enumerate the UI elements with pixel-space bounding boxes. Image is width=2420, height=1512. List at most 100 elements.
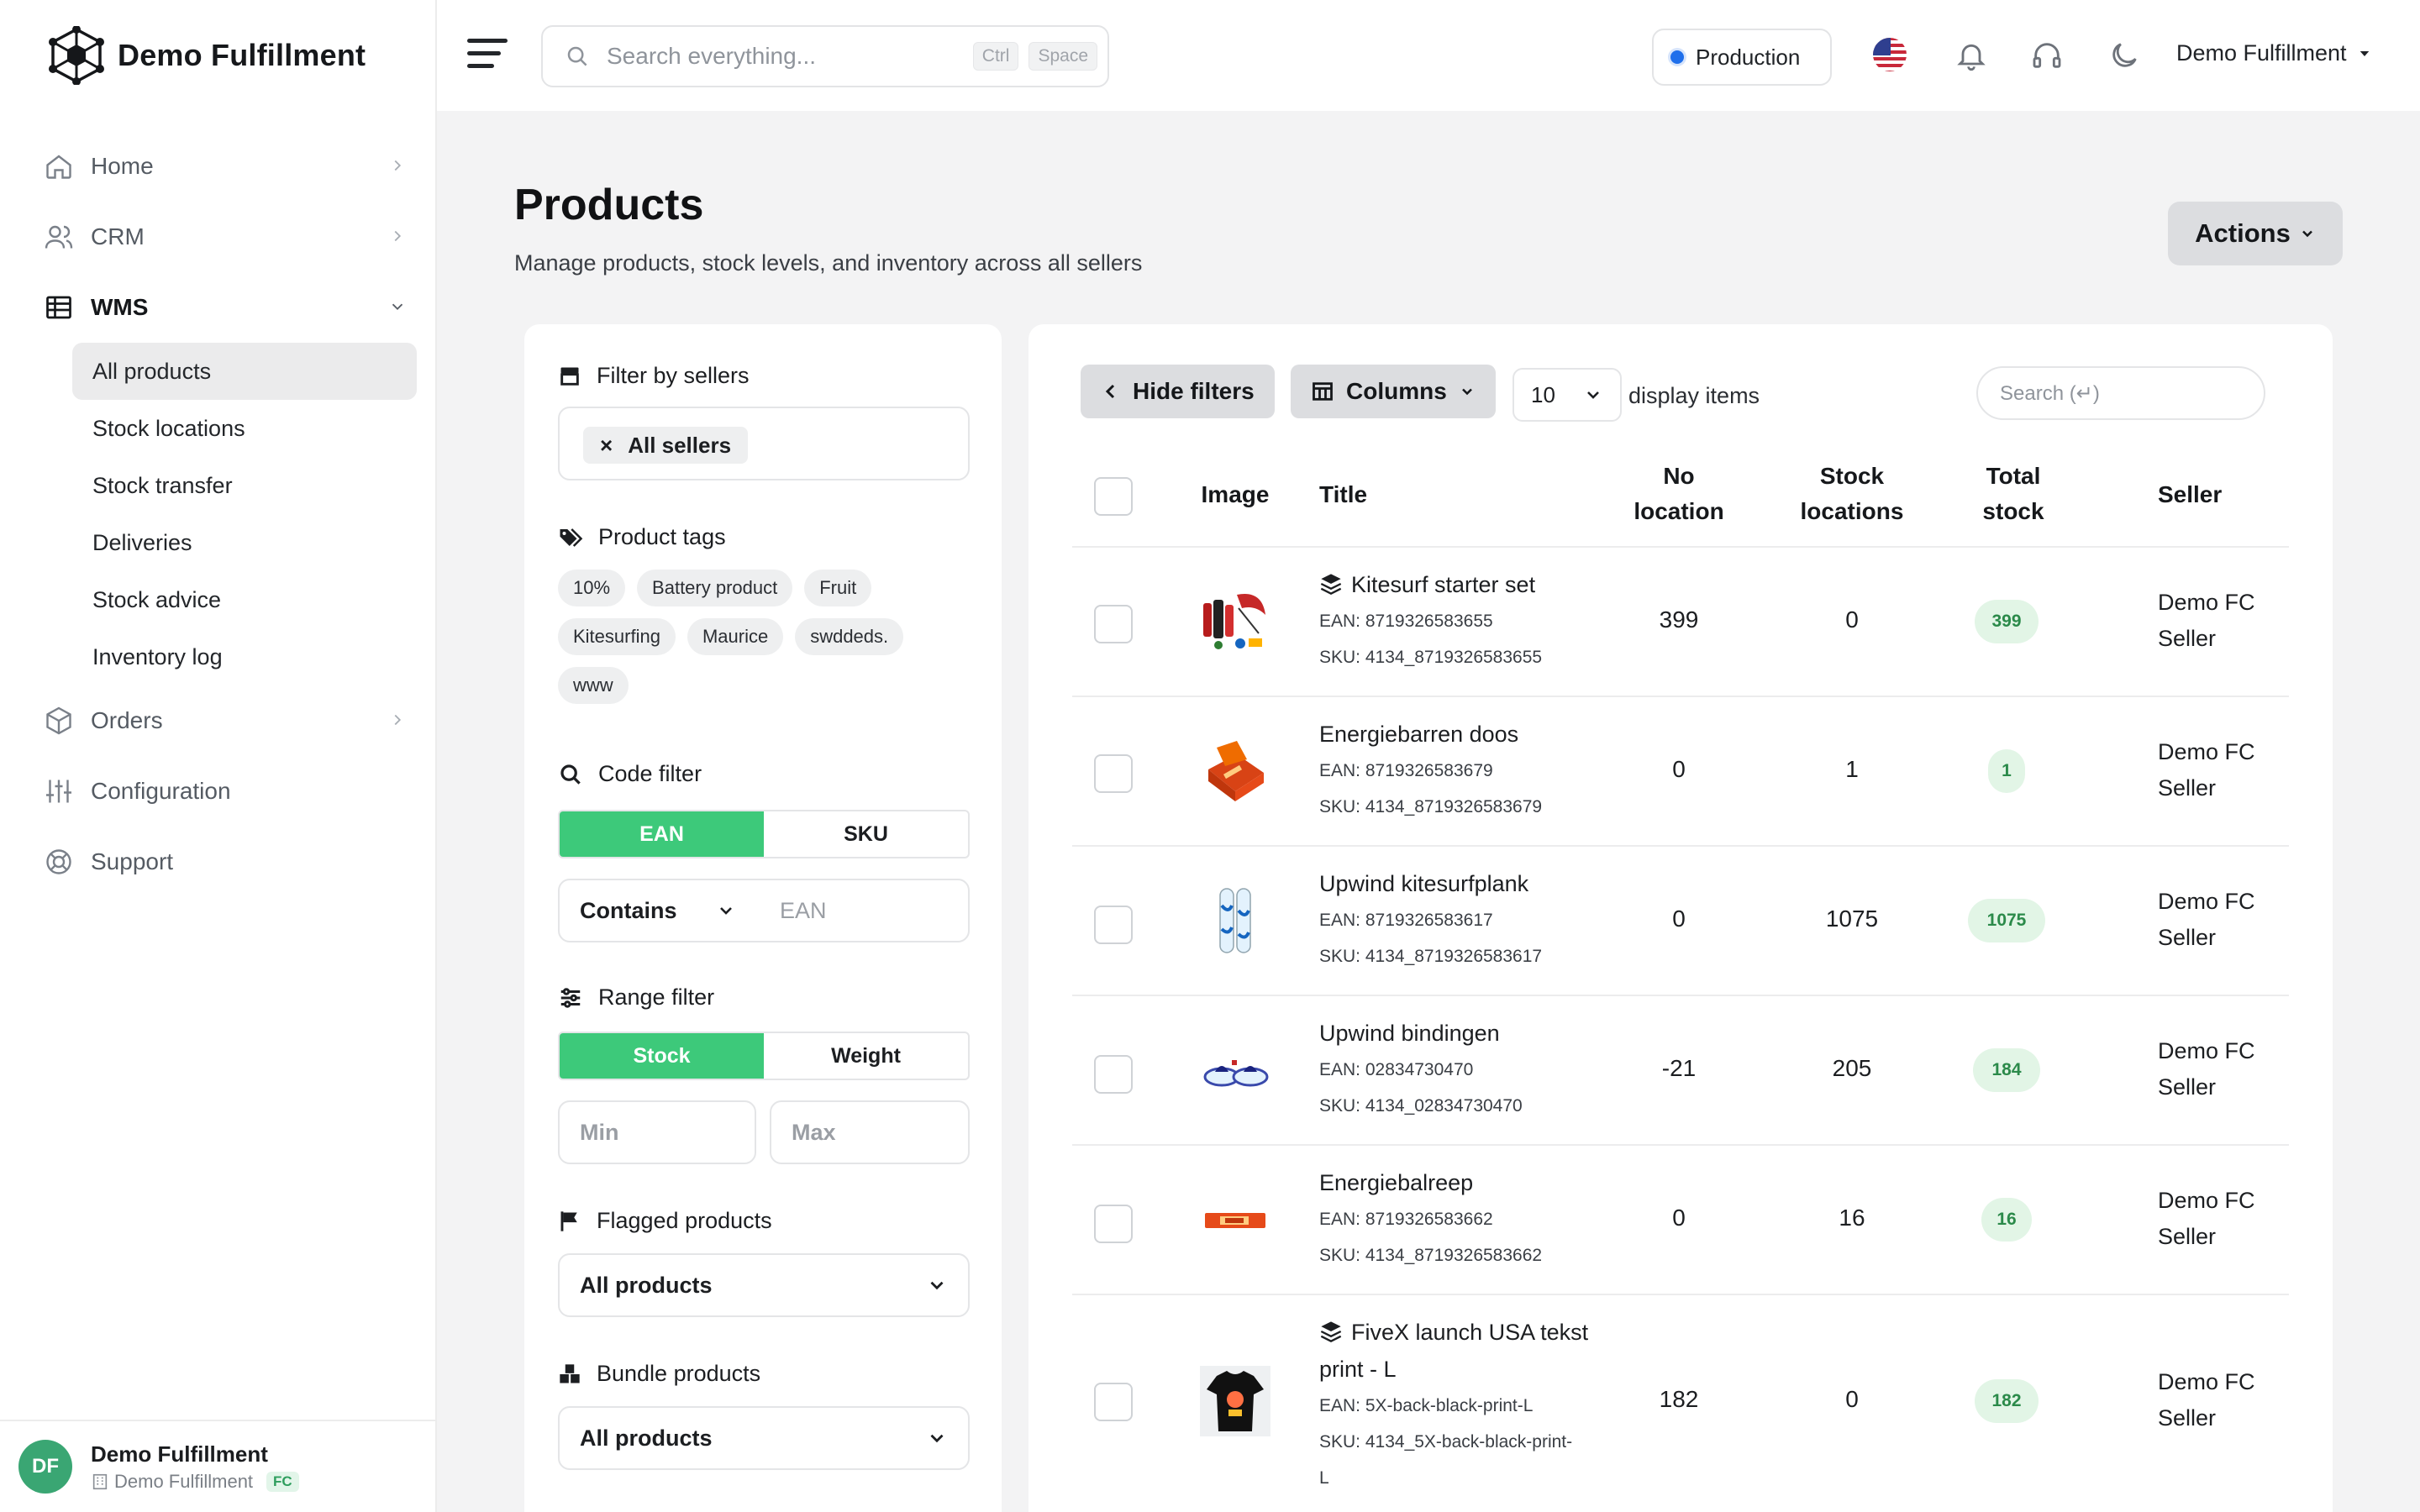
total-stock-badge: 184 bbox=[1973, 1048, 2040, 1092]
col-stock-locations[interactable]: Stock locations bbox=[1785, 459, 1919, 529]
global-search[interactable]: Search everything... Ctrl Space bbox=[541, 25, 1109, 87]
code-type-toggle: EAN SKU bbox=[558, 810, 970, 858]
subnav-deliveries[interactable]: Deliveries bbox=[72, 514, 417, 571]
table-row[interactable]: Energiebarren doos EAN: 8719326583679 SK… bbox=[1072, 697, 2289, 847]
product-title[interactable]: Energiebalreep bbox=[1319, 1164, 1605, 1201]
building-icon bbox=[92, 1473, 108, 1489]
table-search-input[interactable]: Search (↵) bbox=[1976, 366, 2265, 420]
product-title-line2[interactable]: print - L bbox=[1319, 1351, 1605, 1388]
actions-button[interactable]: Actions bbox=[2168, 202, 2343, 265]
col-title[interactable]: Title bbox=[1319, 477, 1367, 512]
code-match-select[interactable]: Contains bbox=[560, 898, 736, 924]
store-icon bbox=[560, 367, 579, 386]
flagged-value: All products bbox=[580, 1272, 713, 1298]
col-no-location[interactable]: No location bbox=[1620, 459, 1738, 529]
tag-chip[interactable]: Battery product bbox=[637, 570, 793, 606]
table-row[interactable]: Upwind bindingen EAN: 02834730470 SKU: 4… bbox=[1072, 996, 2289, 1146]
product-title[interactable]: FiveX launch USA tekst bbox=[1319, 1314, 1605, 1351]
tag-chip[interactable]: Fruit bbox=[804, 570, 872, 606]
row-checkbox[interactable] bbox=[1094, 1205, 1133, 1243]
remove-icon[interactable]: × bbox=[600, 433, 613, 459]
user-account[interactable]: DF Demo Fulfillment Demo Fulfillment FC bbox=[0, 1420, 437, 1512]
code-option-ean[interactable]: EAN bbox=[560, 811, 764, 857]
row-checkbox[interactable] bbox=[1094, 906, 1133, 944]
seller-cell: Demo FC Seller bbox=[2158, 1183, 2284, 1255]
nav-crm[interactable]: CRM bbox=[34, 202, 417, 272]
menu-icon[interactable] bbox=[467, 37, 509, 71]
user-name: Demo Fulfillment bbox=[91, 1441, 268, 1467]
tag-chip[interactable]: www bbox=[558, 667, 629, 704]
tag-chip[interactable]: 10% bbox=[558, 570, 626, 606]
product-image[interactable] bbox=[1200, 885, 1270, 956]
brand-logo[interactable]: Demo Fulfillment bbox=[47, 24, 366, 87]
tag-list: 10% Battery product Fruit Kitesurfing Ma… bbox=[558, 570, 978, 704]
product-title[interactable]: Upwind bindingen bbox=[1319, 1015, 1605, 1052]
bell-icon[interactable] bbox=[1954, 39, 1988, 72]
nav-support[interactable]: Support bbox=[34, 827, 417, 897]
product-sku: SKU: 4134_5X-back-black-print- bbox=[1319, 1432, 1573, 1452]
tag-chip[interactable]: swddeds. bbox=[795, 618, 904, 655]
product-image[interactable] bbox=[1200, 736, 1270, 806]
table-row[interactable]: Energiebalreep EAN: 8719326583662 SKU: 4… bbox=[1072, 1146, 2289, 1295]
code-option-sku[interactable]: SKU bbox=[764, 811, 968, 857]
no-location-value: 399 bbox=[1659, 606, 1699, 633]
flagged-select[interactable]: All products bbox=[558, 1253, 970, 1317]
filter-panel: Filter by sellers × All sellers Product … bbox=[524, 324, 1002, 1512]
search-icon bbox=[567, 46, 587, 66]
total-stock-badge: 399 bbox=[1975, 600, 2039, 643]
logo-icon bbox=[49, 26, 104, 85]
sellers-select[interactable]: × All sellers bbox=[558, 407, 970, 480]
table-row[interactable]: Kitesurf starter set EAN: 8719326583655 … bbox=[1072, 548, 2289, 697]
table-row[interactable]: Upwind kitesurfplank EAN: 8719326583617 … bbox=[1072, 847, 2289, 996]
sidebar: Demo Fulfillment Home CRM WMS All produc… bbox=[0, 0, 437, 1512]
no-location-value: 0 bbox=[1672, 906, 1686, 932]
tag-chip[interactable]: Kitesurfing bbox=[558, 618, 676, 655]
user-menu[interactable]: Demo Fulfillment bbox=[2176, 40, 2372, 66]
us-flag-icon[interactable] bbox=[1872, 37, 1907, 72]
hide-filters-button[interactable]: Hide filters bbox=[1081, 365, 1275, 418]
seller-chip-label: All sellers bbox=[628, 432, 732, 458]
row-checkbox[interactable] bbox=[1094, 605, 1133, 643]
range-option-stock[interactable]: Stock bbox=[560, 1033, 764, 1079]
seller-name-line1: Demo FC bbox=[2158, 1038, 2255, 1063]
table-row[interactable]: FiveX launch USA tekst print - L EAN: 5X… bbox=[1072, 1295, 2289, 1505]
environment-switch[interactable]: Production bbox=[1652, 29, 1832, 86]
product-image[interactable] bbox=[1200, 1184, 1270, 1255]
nav-label: Support bbox=[91, 848, 174, 874]
col-image[interactable]: Image bbox=[1197, 477, 1274, 512]
product-title[interactable]: Kitesurf starter set bbox=[1319, 566, 1605, 603]
seller-name-line1: Demo FC bbox=[2158, 739, 2255, 764]
product-image[interactable] bbox=[1200, 586, 1270, 657]
subnav-inventory-log[interactable]: Inventory log bbox=[72, 628, 417, 685]
product-title[interactable]: Energiebarren doos bbox=[1319, 716, 1605, 753]
nav-wms[interactable]: WMS bbox=[34, 272, 417, 343]
page-size-select[interactable]: 10 bbox=[1512, 368, 1622, 422]
range-min-input[interactable]: Min bbox=[558, 1100, 756, 1164]
total-stock-badge: 16 bbox=[1981, 1198, 2032, 1242]
col-total-stock[interactable]: Total stock bbox=[1963, 459, 2064, 529]
subnav-stock-transfer[interactable]: Stock transfer bbox=[72, 457, 417, 514]
product-image[interactable] bbox=[1200, 1366, 1270, 1436]
tag-chip[interactable]: Maurice bbox=[687, 618, 784, 655]
headset-icon[interactable] bbox=[2030, 39, 2064, 72]
row-checkbox[interactable] bbox=[1094, 1383, 1133, 1421]
subnav-stock-advice[interactable]: Stock advice bbox=[72, 571, 417, 628]
products-table-panel: Hide filters Columns 10 display items Se… bbox=[1028, 324, 2333, 1512]
subnav-stock-locations[interactable]: Stock locations bbox=[72, 400, 417, 457]
moon-icon[interactable] bbox=[2107, 39, 2141, 72]
range-max-input[interactable]: Max bbox=[770, 1100, 970, 1164]
nav-configuration[interactable]: Configuration bbox=[34, 756, 417, 827]
columns-button[interactable]: Columns bbox=[1291, 365, 1496, 418]
product-image[interactable] bbox=[1200, 1035, 1270, 1105]
select-all-checkbox[interactable] bbox=[1094, 477, 1133, 516]
row-checkbox[interactable] bbox=[1094, 1055, 1133, 1094]
row-checkbox[interactable] bbox=[1094, 754, 1133, 793]
col-seller[interactable]: Seller bbox=[2158, 477, 2222, 512]
code-input[interactable]: EAN bbox=[780, 898, 827, 924]
nav-home[interactable]: Home bbox=[34, 131, 417, 202]
nav-orders[interactable]: Orders bbox=[34, 685, 417, 756]
subnav-all-products[interactable]: All products bbox=[72, 343, 417, 400]
range-option-weight[interactable]: Weight bbox=[764, 1033, 968, 1079]
bundle-select[interactable]: All products bbox=[558, 1406, 970, 1470]
product-title[interactable]: Upwind kitesurfplank bbox=[1319, 865, 1605, 902]
